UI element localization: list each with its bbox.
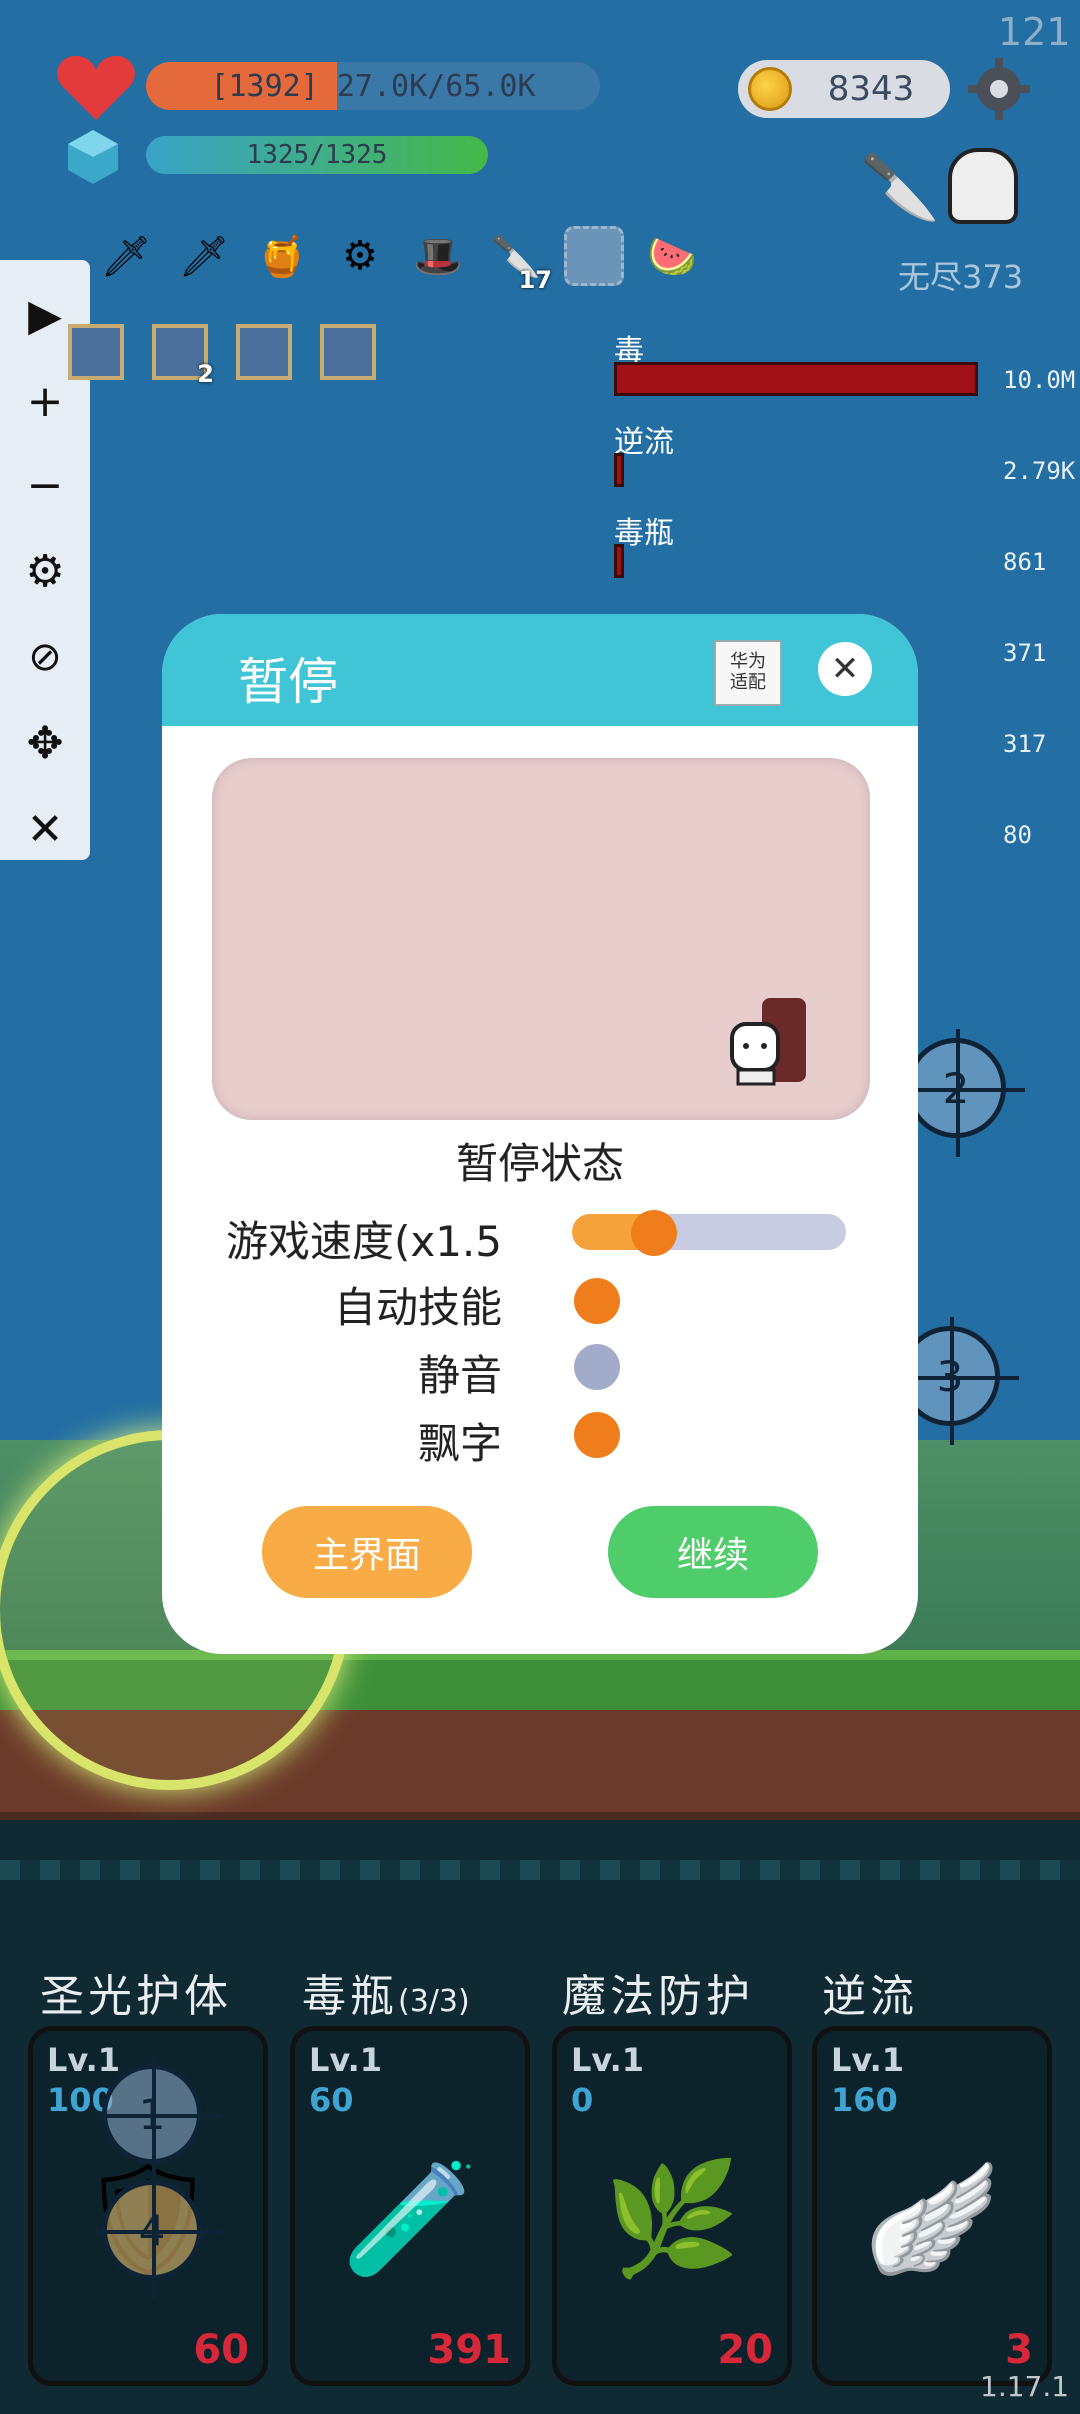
target-marker-2[interactable]: 2 [897,1029,1025,1157]
skill-count: 391 [427,2327,512,2373]
coin-amount: 8343 [827,69,915,109]
floating-text-toggle[interactable] [574,1412,620,1458]
skill-level: Lv.1 [571,2041,645,2079]
poison-bottle-icon: 🧪 [341,2154,479,2283]
game-speed-slider-knob[interactable] [631,1210,678,1256]
rune-scroll-icon [236,324,292,380]
water-line [0,1860,1080,1880]
version-label: 1.17.1 [980,2370,1070,2403]
pause-dialog: 暂停 华为 适配 ✕ 暂停状态 游戏速度(x1.5 自动技能 静音 飘字 主界面… [162,614,918,1654]
wizard-character [712,988,822,1098]
pause-preview [212,758,870,1120]
skill-level: Lv.1 [309,2041,383,2079]
jam-jar-icon: 🍯 [257,233,307,280]
skill-card[interactable]: Lv.1 0 🌿 20 [552,2026,792,2386]
wizard-hat-icon: 🎩 [413,233,463,280]
ghost-icon[interactable] [948,148,1018,224]
mp-bar: 1325/1325 [146,136,488,174]
rune-count-badge: 2 [197,360,214,388]
damage-stat-value: 861 [1003,548,1047,576]
target-marker-4[interactable]: 4 [93,2171,221,2299]
pause-dialog-title: 暂停 [238,653,338,711]
hp-bar: [1392] 27.0K/65.0K [146,62,600,110]
skill-name-holy: 圣光护体 [40,1971,232,2022]
move-button[interactable]: ✥ [0,708,90,778]
floating-text-label: 飘字 [417,1419,502,1468]
item-count-badge: 17 [518,266,552,294]
rune-row: 2 [68,324,376,388]
leaf-icon: 🌿 [603,2154,741,2283]
hp-text: [1392] 27.0K/65.0K [210,68,536,104]
damage-stat-bar [614,362,978,396]
damage-stat-bar [614,544,624,578]
skill-count: 60 [193,2327,249,2373]
damage-stat-bar [614,453,624,487]
gear-icon [968,58,1030,120]
close-panel-button[interactable]: ✕ [0,794,90,864]
coin-counter: 8343 [738,60,950,118]
empty-slot-icon [564,226,624,286]
sawblade-icon: ⚙ [342,233,378,279]
fps-counter: 121 [998,10,1071,54]
skill-level: Lv.1 [831,2041,905,2079]
skill-stat: 160 [831,2081,898,2119]
damage-stat-value: 317 [1003,730,1047,758]
skill-stat: 0 [571,2081,594,2119]
cleaver-icon[interactable]: 🔪 [860,150,940,230]
equipment-row: 🗡 🗡 🍯 ⚙ 🎩 🔪 17 🍉 [96,226,702,295]
settings-gear-button[interactable] [964,54,1034,124]
game-speed-slider[interactable] [572,1214,846,1250]
coin-icon [748,67,792,111]
skill-name-backflow: 逆流 [822,1971,918,2022]
damage-stat-value: 2.79K [1003,457,1076,485]
auto-skill-toggle[interactable] [574,1278,620,1324]
gear-button[interactable]: ⚙ [0,536,90,606]
skill-name-poison: 毒瓶(3/3) [302,1971,470,2022]
main-menu-button[interactable]: 主界面 [262,1506,472,1598]
close-dialog-button[interactable]: ✕ [818,642,872,696]
wing-icon: 🪽 [863,2154,1001,2283]
skill-level: Lv.1 [47,2041,121,2079]
skill-stat: 60 [309,2081,354,2119]
watermelon-icon: 🍉 [647,233,697,280]
green-sword-icon: 🗡 [100,233,152,280]
skill-card[interactable]: Lv.1 160 🪽 3 [812,2026,1052,2386]
rune-light-icon [320,324,376,380]
mute-label: 静音 [417,1351,502,1400]
game-speed-label: 游戏速度(x1.5 [225,1217,502,1266]
auto-skill-label: 自动技能 [333,1283,502,1332]
target-marker-1[interactable]: 1 [93,2055,221,2183]
mana-crystal-icon [68,130,118,184]
damage-stat-value: 80 [1003,821,1032,849]
rune-blue-icon: 2 [152,324,214,388]
sword-icon: 🗡 [178,233,230,280]
skill-card[interactable]: Lv.1 60 🧪 391 [290,2026,530,2386]
dagger-icon: 🔪 17 [491,233,552,295]
damage-stat-value: 371 [1003,639,1047,667]
close-icon: ✕ [830,649,860,689]
minus-button[interactable]: − [0,450,90,520]
hide-button[interactable]: ⊘ [0,622,90,692]
mute-toggle[interactable] [574,1344,620,1390]
rune-gold-icon [68,324,124,380]
mp-text: 1325/1325 [246,140,388,170]
skill-name-magic-guard: 魔法防护 [562,1971,754,2022]
damage-stat-value: 10.0M [1003,366,1076,394]
continue-button[interactable]: 继续 [608,1506,818,1598]
endless-mode-label: 无尽373 [898,258,1024,296]
pause-state-label: 暂停状态 [455,1139,624,1188]
heart-icon [56,52,136,122]
huawei-adapt-button[interactable]: 华为 适配 [714,640,782,706]
skill-count: 20 [717,2327,773,2373]
skill-count: 3 [1005,2327,1033,2373]
